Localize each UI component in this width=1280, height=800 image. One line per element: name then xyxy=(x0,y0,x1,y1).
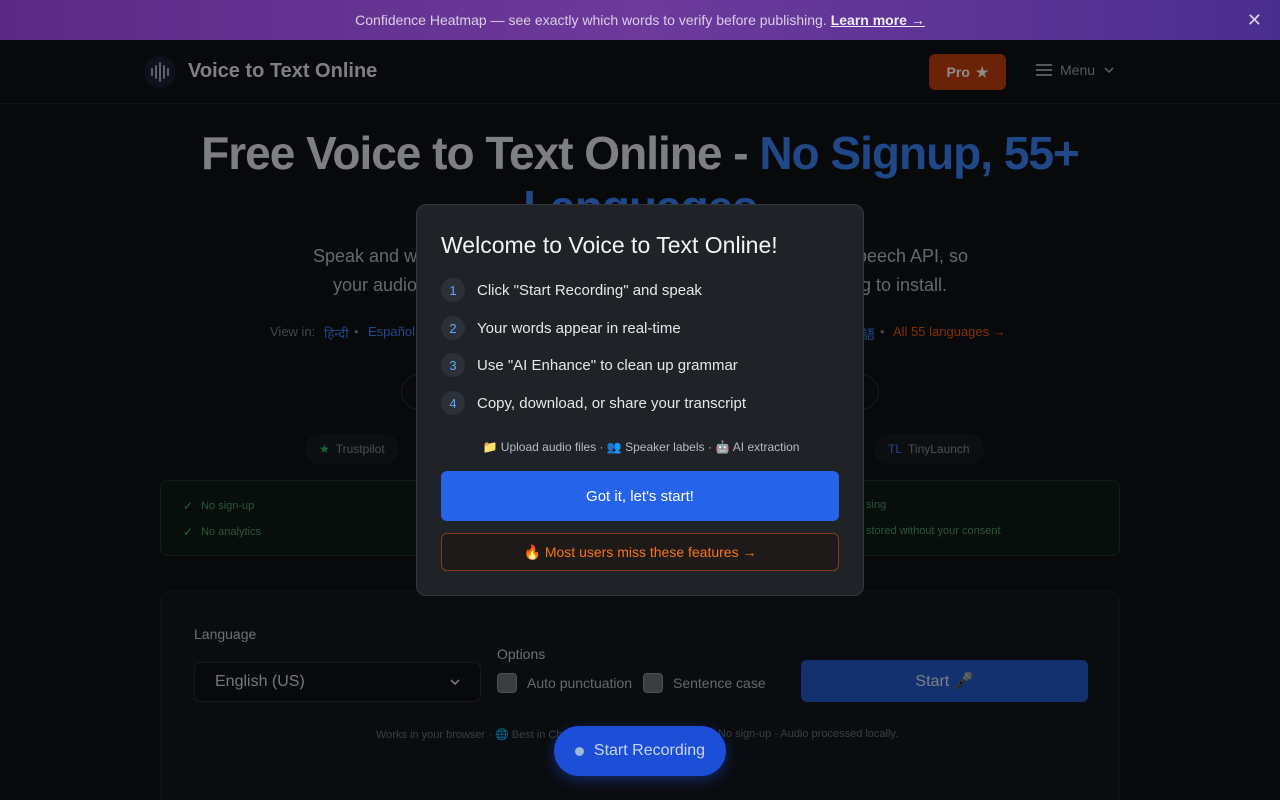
step-text: Your words appear in real-time xyxy=(477,319,681,337)
features-button[interactable]: 🔥 Most users miss these features → xyxy=(441,533,839,571)
promo-banner: Confidence Heatmap — see exactly which w… xyxy=(0,0,1280,40)
step-text: Copy, download, or share your transcript xyxy=(477,394,747,412)
record-dot-icon xyxy=(574,746,584,756)
welcome-modal: Welcome to Voice to Text Online! 1 Click… xyxy=(416,204,864,596)
close-icon[interactable]: ✕ xyxy=(1247,10,1262,30)
step-text: Use "AI Enhance" to clean up grammar xyxy=(477,356,738,374)
step-text: Click "Start Recording" and speak xyxy=(477,281,702,299)
step-item: 1 Click "Start Recording" and speak xyxy=(441,278,702,302)
start-recording-button[interactable]: Start Recording xyxy=(554,726,726,776)
start-recording-label: Start Recording xyxy=(593,742,706,759)
step-item: 3 Use "AI Enhance" to clean up grammar xyxy=(441,353,738,377)
step-number: 2 xyxy=(441,316,465,340)
step-number: 4 xyxy=(441,391,465,415)
step-number: 1 xyxy=(441,278,465,302)
got-it-button[interactable]: Got it, let's start! xyxy=(441,471,839,521)
banner-learn-more-link[interactable]: Learn more → xyxy=(831,12,925,28)
step-number: 3 xyxy=(441,353,465,377)
features-line: 📁 Upload audio files · 👥 Speaker labels … xyxy=(482,440,800,454)
banner-text: Confidence Heatmap — see exactly which w… xyxy=(355,12,827,28)
modal-title: Welcome to Voice to Text Online! xyxy=(441,232,778,258)
step-item: 4 Copy, download, or share your transcri… xyxy=(441,391,746,415)
step-item: 2 Your words appear in real-time xyxy=(441,316,681,340)
